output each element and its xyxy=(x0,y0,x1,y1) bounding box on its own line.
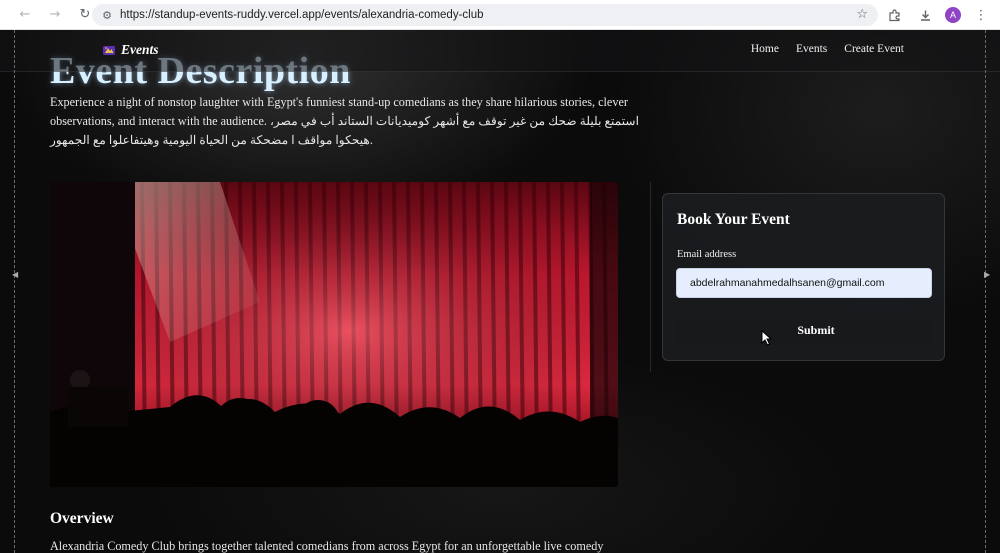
menu-kebab-icon[interactable]: ⋮ xyxy=(970,4,992,26)
profile-avatar[interactable]: A xyxy=(945,7,961,23)
curtain-stage-illustration xyxy=(50,182,618,487)
overview-text: Alexandria Comedy Club brings together t… xyxy=(50,539,604,553)
mouse-cursor-icon xyxy=(761,329,773,346)
nav-create-event-link[interactable]: Create Event xyxy=(844,43,904,55)
extensions-icon[interactable] xyxy=(883,4,905,26)
back-icon[interactable]: ← xyxy=(14,4,36,26)
left-resize-handle[interactable]: ◀ xyxy=(12,270,18,279)
event-description: Experience a night of nonstop laughter w… xyxy=(50,93,670,150)
vertical-divider xyxy=(650,182,651,372)
download-icon[interactable] xyxy=(914,4,936,26)
forward-icon[interactable]: → xyxy=(44,4,66,26)
bookmark-star-icon[interactable]: ☆ xyxy=(856,7,868,22)
main-nav: Home Events Create Event xyxy=(751,43,904,55)
submit-button[interactable]: Submit xyxy=(676,315,932,345)
overview-title: Overview xyxy=(50,510,114,527)
event-image xyxy=(50,182,618,487)
site-settings-icon[interactable]: ⚙ xyxy=(96,9,118,22)
logo-text: Events xyxy=(121,42,159,57)
nav-home-link[interactable]: Home xyxy=(751,43,779,55)
email-field[interactable] xyxy=(676,268,932,298)
site-logo[interactable]: Events xyxy=(102,42,159,58)
browser-toolbar: ← → ↻ ⚙ https://standup-events-ruddy.ver… xyxy=(0,0,1000,30)
email-label: Email address xyxy=(677,249,737,260)
page-viewport: Event Description Events Home Events Cre… xyxy=(0,30,1000,553)
party-logo-icon xyxy=(102,43,116,57)
right-resize-handle[interactable]: ▶ xyxy=(984,270,990,279)
address-bar[interactable]: ⚙ https://standup-events-ruddy.vercel.ap… xyxy=(92,4,878,26)
booking-card: Book Your Event Email address Submit xyxy=(662,193,945,361)
nav-events-link[interactable]: Events xyxy=(796,43,827,55)
address-url[interactable]: https://standup-events-ruddy.vercel.app/… xyxy=(120,9,484,21)
site-header: Events Home Events Create Event xyxy=(0,30,1000,72)
booking-title: Book Your Event xyxy=(677,211,790,228)
